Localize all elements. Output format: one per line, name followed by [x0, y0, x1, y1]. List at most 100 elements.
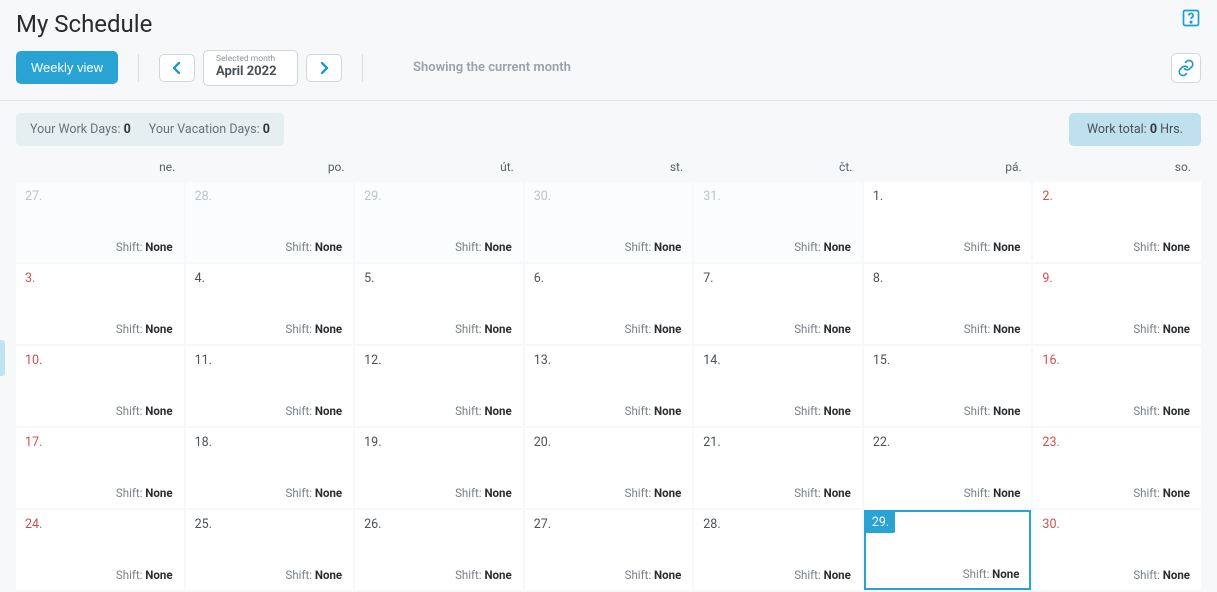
shift-text: Shift: None: [964, 404, 1021, 418]
calendar-cell[interactable]: 28.Shift: None: [694, 510, 862, 590]
calendar-cell[interactable]: 13. Shift: None: [525, 346, 693, 426]
calendar-cell[interactable]: 29.Shift: None: [355, 182, 523, 262]
day-header: pá.: [862, 158, 1031, 180]
work-days-value: 0: [124, 122, 131, 137]
shift-text: Shift: None: [794, 404, 851, 418]
calendar-cell[interactable]: 11.Shift: None: [186, 346, 354, 426]
calendar-cell[interactable]: 27. Shift: None: [525, 510, 693, 590]
day-number: 9.: [1042, 271, 1052, 286]
shift-text: Shift: None: [116, 404, 173, 418]
day-number: 19.: [364, 435, 381, 450]
shift-text: Shift: None: [1133, 404, 1190, 418]
vacation-days-value: 0: [263, 122, 270, 137]
shift-text: Shift: None: [964, 240, 1021, 254]
shift-text: Shift: None: [455, 322, 512, 336]
work-total-value: 0: [1150, 122, 1157, 137]
day-number: 17.: [25, 435, 42, 450]
calendar-cell[interactable]: 28.Shift: None: [186, 182, 354, 262]
calendar-cell[interactable]: 25. Shift: None: [186, 510, 354, 590]
calendar-cell[interactable]: 3. Shift: None: [16, 264, 184, 344]
next-month-button[interactable]: [306, 54, 342, 82]
day-number: 12.: [364, 353, 381, 368]
calendar-cell[interactable]: 19. Shift: None: [355, 428, 523, 508]
share-link-button[interactable]: [1171, 53, 1201, 83]
shift-text: Shift: None: [116, 240, 173, 254]
toolbar-divider-2: [362, 54, 363, 82]
day-number: 27.: [534, 517, 551, 532]
weekly-view-button[interactable]: Weekly view: [16, 51, 118, 84]
calendar-cell[interactable]: 4.Shift: None: [186, 264, 354, 344]
showing-month-text: Showing the current month: [413, 60, 571, 75]
day-number: 24.: [25, 517, 42, 532]
day-number: 3.: [25, 271, 35, 286]
calendar-cell[interactable]: 23. Shift: None: [1033, 428, 1201, 508]
calendar-cell[interactable]: 26.Shift: None: [355, 510, 523, 590]
shift-text: Shift: None: [963, 567, 1020, 581]
day-number: 23.: [1042, 435, 1059, 450]
shift-text: Shift: None: [286, 568, 343, 582]
calendar-cell[interactable]: 14.Shift: None: [694, 346, 862, 426]
day-number: 22.: [873, 435, 890, 450]
day-number: 13.: [534, 353, 551, 368]
day-number: 25.: [195, 517, 212, 532]
help-icon[interactable]: [1177, 4, 1205, 37]
side-drag-handle[interactable]: [0, 340, 5, 376]
day-number: 7.: [703, 271, 713, 286]
calendar-cell[interactable]: 20.Shift: None: [525, 428, 693, 508]
day-number: 10.: [25, 353, 42, 368]
calendar-cell[interactable]: 16.Shift: None: [1033, 346, 1201, 426]
shift-text: Shift: None: [625, 404, 682, 418]
summary-right: Work total: 0 Hrs.: [1069, 113, 1201, 146]
day-number: 29.: [364, 189, 381, 204]
calendar-cell[interactable]: 30.Shift: None: [525, 182, 693, 262]
day-number: 5.: [364, 271, 374, 286]
calendar-cell[interactable]: 12.Shift: None: [355, 346, 523, 426]
calendar-cell[interactable]: 29. Shift: None: [864, 510, 1032, 590]
day-number: 28.: [703, 517, 720, 532]
day-number: 21.: [703, 435, 720, 450]
prev-month-button[interactable]: [159, 54, 195, 82]
calendar-cell[interactable]: 2.Shift: None: [1033, 182, 1201, 262]
calendar-cell[interactable]: 30.Shift: None: [1033, 510, 1201, 590]
chevron-left-icon: [172, 62, 182, 74]
calendar-cell[interactable]: 27. Shift: None: [16, 182, 184, 262]
link-icon: [1177, 59, 1195, 77]
shift-text: Shift: None: [455, 486, 512, 500]
shift-text: Shift: None: [625, 568, 682, 582]
day-number: 30.: [1042, 517, 1059, 532]
day-number: 20.: [534, 435, 551, 450]
calendar-cell[interactable]: 18.Shift: None: [186, 428, 354, 508]
day-number: 26.: [364, 517, 381, 532]
calendar-cell[interactable]: 31.Shift: None: [694, 182, 862, 262]
selected-month-label: Selected month: [216, 54, 283, 64]
calendar-cell[interactable]: 8.Shift: None: [864, 264, 1032, 344]
calendar-cell[interactable]: 7.Shift: None: [694, 264, 862, 344]
day-number: 8.: [873, 271, 883, 286]
calendar-cell[interactable]: 10. Shift: None: [16, 346, 184, 426]
calendar-cell[interactable]: 15.Shift: None: [864, 346, 1032, 426]
calendar-cell[interactable]: 1.Shift: None: [864, 182, 1032, 262]
day-number: 27.: [25, 189, 42, 204]
calendar-grid: 27.Shift: None28.Shift: None29.Shift: No…: [16, 182, 1201, 590]
toolbar-divider: [138, 54, 139, 82]
day-header: so.: [1032, 158, 1201, 180]
day-number: 30.: [534, 189, 551, 204]
calendar-cell[interactable]: 9.Shift: None: [1033, 264, 1201, 344]
calendar-cell[interactable]: 22.Shift: None: [864, 428, 1032, 508]
shift-text: Shift: None: [116, 322, 173, 336]
vacation-days-label: Your Vacation Days:: [149, 122, 260, 137]
calendar-cell[interactable]: 5. Shift: None: [355, 264, 523, 344]
calendar-cell[interactable]: 17.Shift: None: [16, 428, 184, 508]
shift-text: Shift: None: [286, 322, 343, 336]
selected-month-box[interactable]: Selected month April 2022: [203, 50, 298, 86]
summary-left: Your Work Days: 0 Your Vacation Days: 0: [16, 113, 284, 146]
shift-text: Shift: None: [794, 486, 851, 500]
day-number: 29.: [866, 512, 895, 533]
shift-text: Shift: None: [1133, 486, 1190, 500]
calendar-cell[interactable]: 6.Shift: None: [525, 264, 693, 344]
calendar-cell[interactable]: 24.Shift: None: [16, 510, 184, 590]
shift-text: Shift: None: [794, 240, 851, 254]
calendar-cell[interactable]: 21. Shift: None: [694, 428, 862, 508]
day-header: čt.: [693, 158, 862, 180]
shift-text: Shift: None: [286, 240, 343, 254]
